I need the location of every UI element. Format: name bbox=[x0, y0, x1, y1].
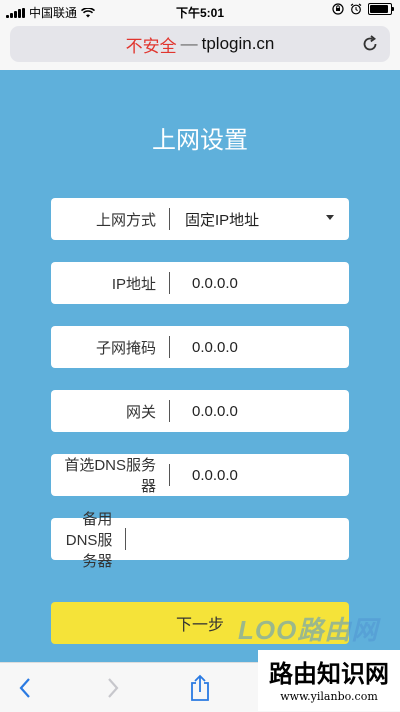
gateway-label: 网关 bbox=[125, 403, 156, 421]
watermark-faint-text: LOO路由网 bbox=[238, 615, 379, 645]
subnet-mask-label: 子网掩码 bbox=[95, 339, 156, 357]
ip-address-label: IP地址 bbox=[111, 275, 156, 293]
reload-icon[interactable] bbox=[360, 34, 380, 54]
watermark-title: 路由知识网 bbox=[269, 659, 389, 688]
status-bar: 中国联通 下午5:01 bbox=[0, 0, 400, 22]
subnet-mask-field[interactable]: 子网掩码 0.0.0.0 bbox=[51, 326, 349, 368]
connection-type-select[interactable]: 上网方式 固定IP地址 bbox=[51, 198, 349, 240]
secondary-dns-label: 备用DNS服务器 bbox=[65, 510, 113, 570]
connection-type-value: 固定IP地址 bbox=[185, 211, 260, 229]
battery-icon bbox=[368, 3, 394, 15]
subnet-mask-value[interactable]: 0.0.0.0 bbox=[170, 326, 349, 368]
insecure-label: 不安全 bbox=[125, 36, 177, 56]
watermark-logo: 路由知识网 www.yilanbo.com bbox=[258, 650, 400, 711]
secondary-dns-field[interactable]: 备用DNS服务器 bbox=[51, 511, 349, 570]
page-title: 上网设置 bbox=[152, 127, 248, 154]
caret-down-icon bbox=[326, 215, 334, 220]
address-bar[interactable]: 不安全 — tplogin.cn bbox=[10, 26, 390, 62]
status-right bbox=[332, 3, 394, 15]
back-icon[interactable] bbox=[10, 673, 40, 703]
orientation-lock-icon bbox=[332, 3, 344, 15]
primary-dns-field[interactable]: 首选DNS服务器 0.0.0.0 bbox=[51, 454, 349, 496]
primary-dns-label: 首选DNS服务器 bbox=[64, 457, 156, 495]
forward-icon[interactable] bbox=[98, 673, 128, 703]
url-separator: — bbox=[180, 34, 198, 53]
gateway-field[interactable]: 网关 0.0.0.0 bbox=[51, 390, 349, 432]
alarm-icon bbox=[350, 3, 362, 15]
secondary-dns-input[interactable] bbox=[126, 517, 349, 561]
share-icon[interactable] bbox=[185, 673, 215, 703]
watermark-url: www.yilanbo.com bbox=[280, 690, 378, 703]
ip-address-field[interactable]: IP地址 0.0.0.0 bbox=[51, 262, 349, 304]
url-text: tplogin.cn bbox=[201, 34, 275, 53]
gateway-value[interactable]: 0.0.0.0 bbox=[170, 390, 349, 432]
ip-address-value[interactable]: 0.0.0.0 bbox=[170, 262, 349, 304]
browser-address-area: 不安全 — tplogin.cn bbox=[0, 22, 400, 70]
connection-type-label: 上网方式 bbox=[95, 211, 156, 229]
primary-dns-value[interactable]: 0.0.0.0 bbox=[170, 454, 349, 496]
